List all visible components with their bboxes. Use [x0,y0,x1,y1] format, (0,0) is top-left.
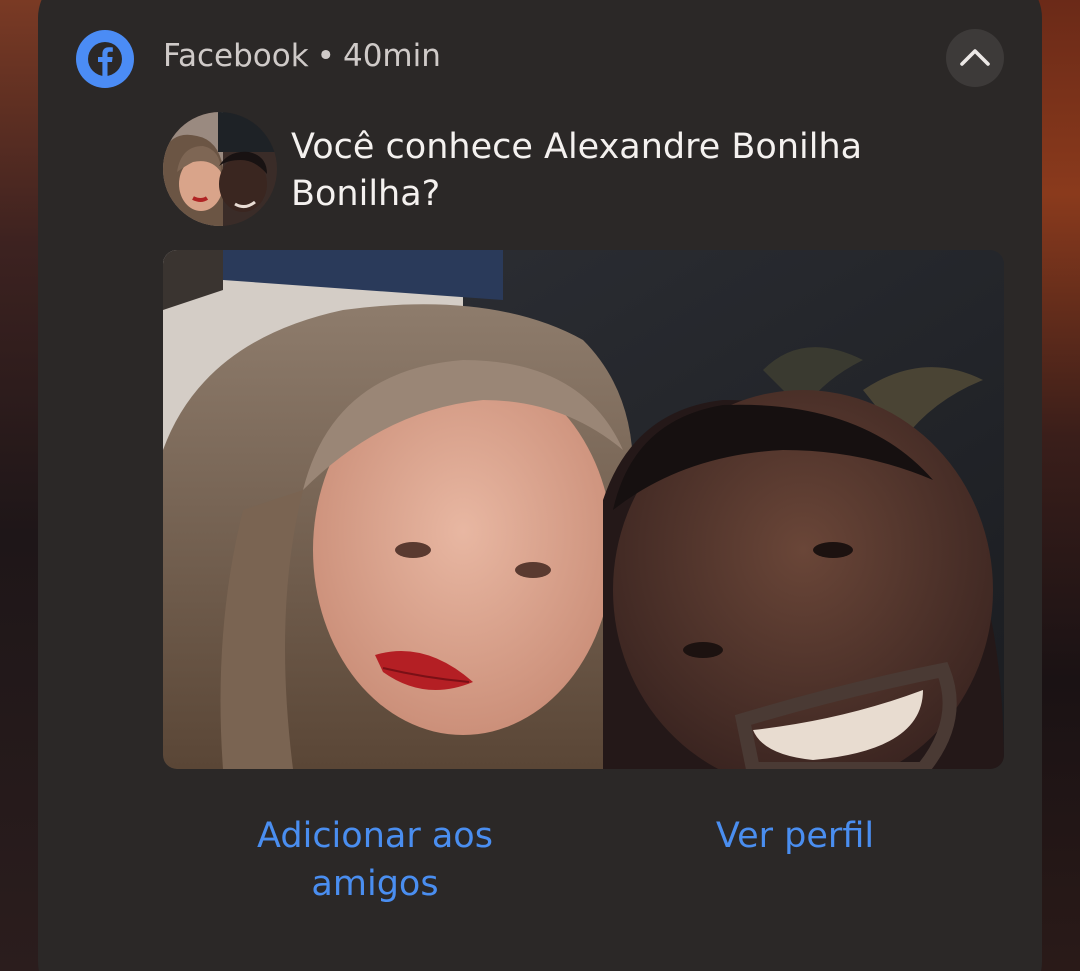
avatar [163,112,277,226]
separator-dot: • [316,38,335,74]
collapse-button[interactable] [946,29,1004,87]
notification-time: 40min [342,38,441,74]
notification-title: Você conhece Alexandre Bonilha Bonilha? [291,127,863,214]
chevron-up-icon [960,49,990,66]
notification-header: Facebook • 40min [163,38,441,74]
app-name: Facebook [163,38,309,74]
facebook-icon [76,30,134,88]
view-profile-button[interactable]: Ver perfil [680,812,910,860]
notification-photo[interactable] [163,250,1004,769]
add-friend-button[interactable]: Adicionar aos amigos [230,812,520,908]
